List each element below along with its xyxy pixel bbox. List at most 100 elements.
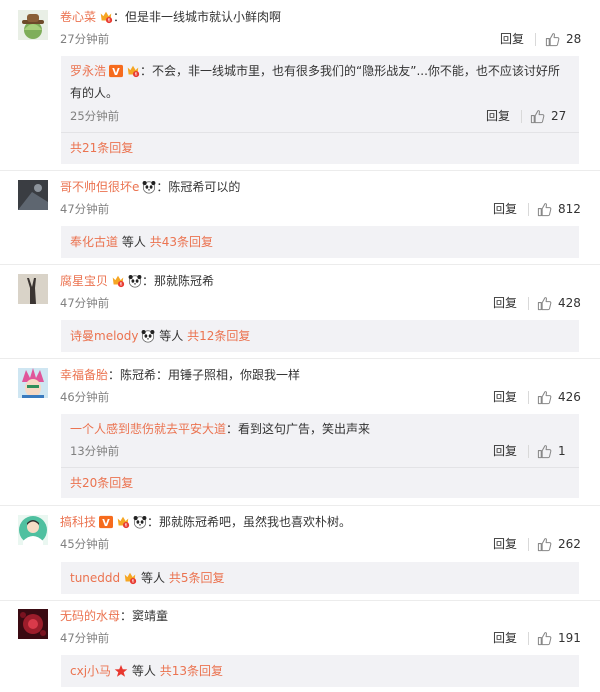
- like-button[interactable]: 191: [537, 630, 581, 646]
- comment-time: 46分钟前: [60, 390, 110, 404]
- like-button[interactable]: 28: [545, 31, 581, 47]
- more-replies-count[interactable]: 共13条回复: [160, 664, 223, 678]
- divider: [0, 358, 600, 359]
- divider: [528, 297, 529, 310]
- more-replies-link[interactable]: tuneddd 等人 共5条回复: [70, 570, 224, 586]
- star-icon: [114, 664, 128, 678]
- more-replies-count[interactable]: 共12条回复: [187, 329, 250, 343]
- like-count: 1: [558, 444, 566, 458]
- more-replies-link[interactable]: cxj小马 等人 共13条回复: [70, 663, 223, 679]
- avatar[interactable]: [18, 274, 48, 304]
- like-count: 428: [558, 296, 581, 310]
- comment-text: ：陈冠希：用锤子照相，你跟我一样: [108, 368, 301, 382]
- thumbs-up-icon: [537, 631, 552, 646]
- comment-author[interactable]: 幸福备胎: [60, 368, 108, 382]
- more-replies-count[interactable]: 共43条回复: [150, 235, 213, 249]
- comment-author[interactable]: 哥不帅但很坏e: [60, 180, 139, 194]
- more-replies-link[interactable]: 共20条回复: [70, 475, 133, 491]
- reply-button[interactable]: 回复: [493, 295, 517, 311]
- like-button[interactable]: 1: [537, 443, 566, 459]
- comment-time: 47分钟前: [60, 296, 110, 310]
- divider: [521, 110, 522, 123]
- comment-time: 47分钟前: [60, 202, 110, 216]
- like-button[interactable]: 27: [530, 108, 566, 124]
- panda-icon: [142, 180, 156, 194]
- comment-text: ：但是非一线城市就认小鲜肉啊: [113, 10, 282, 24]
- comment-author[interactable]: 搞科技: [60, 515, 96, 529]
- thumbs-up-icon: [537, 296, 552, 311]
- more-replies-link[interactable]: 诗曼melody 等人 共12条回复: [70, 328, 250, 344]
- comment-author[interactable]: 无码的水母: [60, 609, 120, 623]
- thumbs-up-icon: [537, 444, 552, 459]
- reply-text: ：不会，非一线城市里，也有很多我们的“隐形战友”...你不能，也不应该讨好所: [140, 64, 560, 78]
- reply-button[interactable]: 回复: [486, 108, 510, 124]
- divider: [61, 467, 579, 468]
- like-button[interactable]: 262: [537, 536, 581, 552]
- divider: [528, 538, 529, 551]
- more-replies-mid: 等人: [159, 329, 184, 343]
- comment-text: ：陈冠希可以的: [156, 180, 241, 194]
- reply-author[interactable]: 罗永浩: [70, 64, 106, 78]
- verified-v-icon: [109, 64, 123, 78]
- reply-button[interactable]: 回复: [493, 389, 517, 405]
- like-count: 812: [558, 202, 581, 216]
- comment-text: ：那就陈冠希: [142, 274, 215, 288]
- more-replies-link[interactable]: 奉化古道 等人 共43条回复: [70, 234, 213, 250]
- avatar[interactable]: [18, 368, 48, 398]
- comment-time: 45分钟前: [60, 537, 110, 551]
- reply-user-link[interactable]: 诗曼melody: [70, 329, 138, 343]
- divider: [528, 632, 529, 645]
- reply-user-link[interactable]: 奉化古道: [70, 235, 118, 249]
- verified-v-icon: [99, 515, 113, 529]
- reply-button[interactable]: 回复: [493, 443, 517, 459]
- reply-author[interactable]: 一个人感到悲伤就去平安大道: [70, 422, 226, 436]
- divider: [61, 132, 579, 133]
- comment-text: ：那就陈冠希吧，虽然我也喜欢朴树。: [147, 515, 352, 529]
- like-button[interactable]: 812: [537, 201, 581, 217]
- panda-icon: [133, 515, 147, 529]
- vip-icon: [126, 64, 140, 78]
- more-replies-mid: 等人: [140, 571, 165, 585]
- reply-text-continued: 有的人。: [70, 86, 119, 100]
- thumbs-up-icon: [537, 202, 552, 217]
- like-button[interactable]: 426: [537, 389, 581, 405]
- avatar[interactable]: [18, 515, 48, 545]
- like-count: 191: [558, 631, 581, 645]
- avatar[interactable]: [18, 609, 48, 639]
- vip-icon: [116, 515, 130, 529]
- panda-icon: [128, 274, 142, 288]
- reply-time: 25分钟前: [70, 109, 120, 123]
- thumbs-up-icon: [537, 390, 552, 405]
- more-replies-link[interactable]: 共21条回复: [70, 140, 133, 156]
- comment-text: ：窦靖童: [120, 609, 169, 623]
- thumbs-up-icon: [530, 109, 545, 124]
- reply-user-link[interactable]: tuneddd: [70, 571, 120, 585]
- like-count: 27: [551, 109, 567, 123]
- reply-button[interactable]: 回复: [500, 31, 524, 47]
- vip-icon: [123, 571, 137, 585]
- avatar[interactable]: [18, 10, 48, 40]
- avatar[interactable]: [18, 180, 48, 210]
- thumbs-up-icon: [545, 32, 560, 47]
- more-replies-count[interactable]: 共5条回复: [169, 571, 225, 585]
- comment-author[interactable]: 卷心菜: [60, 10, 96, 24]
- reply-user-link[interactable]: cxj小马: [70, 664, 111, 678]
- divider: [528, 445, 529, 458]
- reply-button[interactable]: 回复: [493, 201, 517, 217]
- divider: [0, 170, 600, 171]
- reply-time: 13分钟前: [70, 444, 120, 458]
- reply-button[interactable]: 回复: [493, 630, 517, 646]
- comment-author[interactable]: 腐星宝贝: [60, 274, 108, 288]
- vip-icon: [111, 274, 125, 288]
- divider: [0, 505, 600, 506]
- reply-button[interactable]: 回复: [493, 536, 517, 552]
- divider: [528, 391, 529, 404]
- more-replies-mid: 等人: [131, 664, 156, 678]
- divider: [0, 600, 600, 601]
- thumbs-up-icon: [537, 537, 552, 552]
- reply-text: ：看到这句广告，笑出声来: [226, 422, 371, 436]
- like-button[interactable]: 428: [537, 295, 581, 311]
- comment-time: 47分钟前: [60, 631, 110, 645]
- divider: [535, 33, 536, 46]
- vip-icon: [99, 10, 113, 24]
